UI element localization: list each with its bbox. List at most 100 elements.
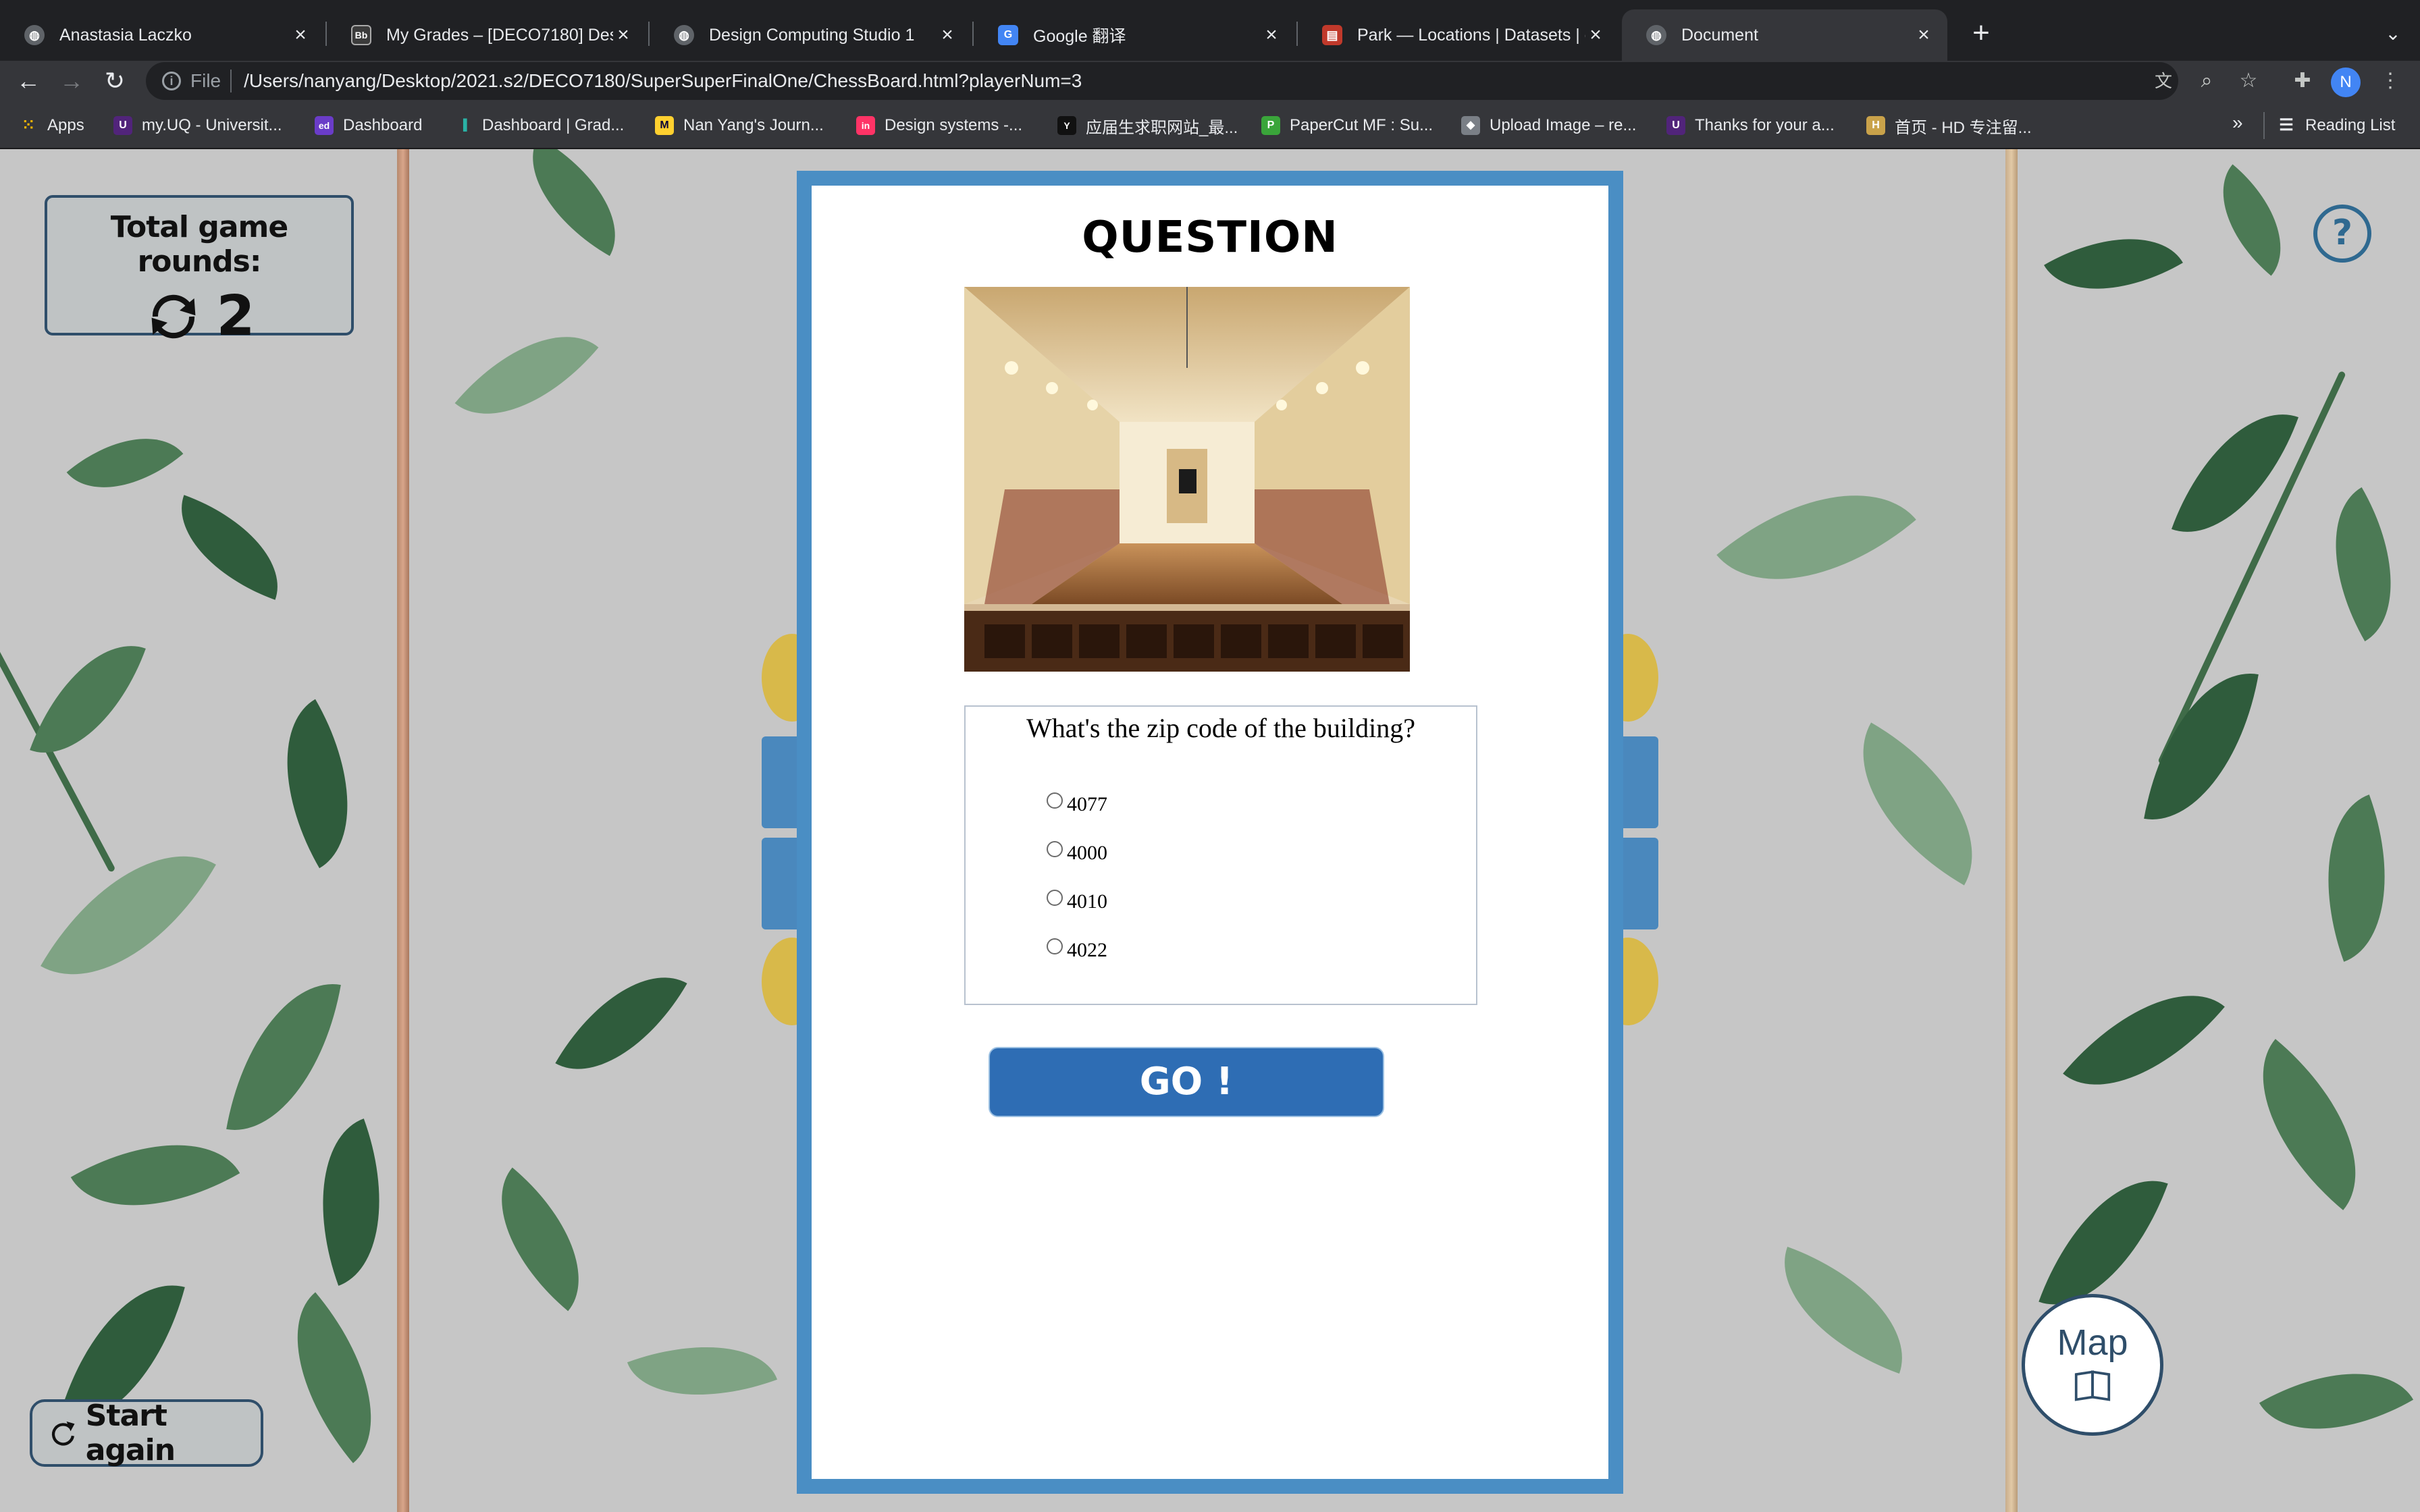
- tab-park-locations[interactable]: ▤ Park — Locations | Datasets | c ×: [1298, 9, 1619, 61]
- uq-icon: U: [113, 116, 132, 135]
- globe-icon: ◍: [24, 25, 45, 45]
- reload-icon[interactable]: ↻: [99, 65, 131, 97]
- radio-button[interactable]: [1047, 792, 1063, 809]
- tab-strip: ◍ Anastasia Laczko × Bb My Grades – [DEC…: [0, 0, 2420, 61]
- tab-document[interactable]: ◍ Document ×: [1622, 9, 1947, 61]
- hd-icon: H: [1866, 116, 1885, 135]
- answer-option-1[interactable]: 4077: [1047, 792, 1107, 816]
- rounds-label: Total game rounds:: [110, 210, 288, 279]
- close-tab-icon[interactable]: ×: [613, 24, 633, 47]
- leaf: [245, 699, 390, 869]
- leaf: [2044, 204, 2183, 324]
- start-again-label: Start again: [85, 1399, 176, 1467]
- apps-grid-icon: ⁙: [21, 116, 36, 134]
- leaf: [2171, 389, 2299, 557]
- bookmark-thanks[interactable]: U Thanks for your a...: [1666, 112, 1835, 139]
- extensions-puzzle-icon[interactable]: ✚: [2286, 65, 2319, 97]
- gradescope-icon: ▐: [459, 119, 467, 131]
- radio-button[interactable]: [1047, 938, 1063, 954]
- bookmark-hd[interactable]: H 首页 - HD 专注留...: [1866, 112, 2032, 139]
- address-url[interactable]: /Users/nanyang/Desktop/2021.s2/DECO7180/…: [244, 70, 1082, 92]
- bookmark-gradescope[interactable]: ▐ Dashboard | Grad...: [454, 112, 624, 139]
- ed-icon: ed: [315, 116, 334, 135]
- close-tab-icon[interactable]: ×: [1585, 24, 1606, 47]
- address-divider: [230, 70, 232, 92]
- leaf: [2144, 659, 2259, 834]
- tab-design-computing[interactable]: ◍ Design Computing Studio 1 ×: [650, 9, 971, 61]
- leaf: [454, 300, 599, 451]
- leaf: [30, 623, 146, 776]
- zoom-icon[interactable]: ⌕: [2190, 65, 2223, 97]
- leaf: [70, 1103, 240, 1247]
- bookmark-upload-image[interactable]: ◆ Upload Image – re...: [1461, 112, 1636, 139]
- bookmarks-overflow-button[interactable]: »: [2232, 112, 2243, 134]
- address-bar[interactable]: i File /Users/nanyang/Desktop/2021.s2/DE…: [146, 62, 2178, 100]
- reading-list-button[interactable]: ☰ Reading List: [2277, 112, 2395, 139]
- wooden-pole-right: [2005, 149, 2018, 1512]
- bookmark-design-systems[interactable]: in Design systems -...: [856, 112, 1022, 139]
- close-tab-icon[interactable]: ×: [937, 24, 957, 47]
- leaf: [2193, 164, 2311, 276]
- leaf: [161, 495, 298, 600]
- globe-icon: ◍: [674, 25, 694, 45]
- upload-icon: ◆: [1461, 116, 1480, 135]
- tab-my-grades[interactable]: Bb My Grades – [DECO7180] Desi ×: [327, 9, 647, 61]
- globe-icon: ◍: [1646, 25, 1666, 45]
- radio-button[interactable]: [1047, 841, 1063, 857]
- bookmarks-divider: [2263, 112, 2265, 139]
- bookmark-nan-yang-journal[interactable]: M Nan Yang's Journ...: [655, 112, 824, 139]
- leaf: [2292, 794, 2420, 962]
- leaf: [627, 1316, 778, 1426]
- leaf: [555, 946, 687, 1101]
- translate-page-icon[interactable]: 文: [2147, 65, 2180, 97]
- rounds-row: 2: [47, 284, 351, 348]
- concert-hall-photo: [964, 287, 1410, 672]
- answer-option-2[interactable]: 4000: [1047, 841, 1107, 865]
- answer-option-3[interactable]: 4010: [1047, 890, 1107, 913]
- forward-arrow-icon[interactable]: →: [55, 65, 88, 97]
- close-tab-icon[interactable]: ×: [1261, 24, 1282, 47]
- bookmark-apps[interactable]: ⁙ Apps: [19, 112, 84, 139]
- refresh-cycle-icon: [152, 294, 196, 338]
- start-again-button[interactable]: Start again: [30, 1399, 263, 1467]
- game-page: Total game rounds: 2 ? Start again Map Q…: [0, 149, 2420, 1512]
- reading-list-icon: ☰: [2279, 116, 2294, 134]
- question-text: What's the zip code of the building?: [1026, 713, 1415, 743]
- datasets-icon: ▤: [1322, 25, 1342, 45]
- rounds-count: 2: [216, 284, 255, 348]
- close-tab-icon[interactable]: ×: [290, 24, 311, 47]
- leaf: [1760, 1246, 1927, 1374]
- browser-toolbar: ← → ↻ i File /Users/nanyang/Desktop/2021…: [0, 61, 2420, 101]
- bookmark-papercut[interactable]: P PaperCut MF : Su...: [1261, 112, 1433, 139]
- bookmark-myuq[interactable]: U my.UQ - Universit...: [113, 112, 282, 139]
- browser-chrome: ◍ Anastasia Laczko × Bb My Grades – [DEC…: [0, 0, 2420, 149]
- leaf: [2219, 1039, 2400, 1210]
- bookmark-star-icon[interactable]: ☆: [2232, 65, 2265, 97]
- invision-icon: in: [856, 116, 875, 135]
- map-button[interactable]: Map: [2022, 1294, 2163, 1436]
- tab-anastasia[interactable]: ◍ Anastasia Laczko ×: [0, 9, 324, 61]
- leaf: [66, 407, 184, 519]
- game-rounds-panel: Total game rounds: 2: [45, 195, 354, 348]
- radio-button[interactable]: [1047, 890, 1063, 906]
- bookmark-dashboard[interactable]: ed Dashboard: [315, 112, 422, 139]
- help-button[interactable]: ?: [2313, 205, 2371, 263]
- leaf: [1824, 722, 2011, 886]
- answer-option-4[interactable]: 4022: [1047, 938, 1107, 962]
- go-button[interactable]: GO !: [989, 1047, 1384, 1117]
- browser-menu-icon[interactable]: ⋮: [2374, 65, 2406, 97]
- tab-search-chevron-icon[interactable]: ⌄: [2377, 18, 2409, 50]
- info-icon[interactable]: i: [162, 72, 181, 90]
- profile-avatar[interactable]: N: [2331, 68, 2361, 97]
- leaf: [253, 1292, 415, 1463]
- leaf: [465, 1167, 616, 1312]
- leaf: [287, 1118, 415, 1286]
- wooden-pole-left: [397, 149, 409, 1512]
- back-arrow-icon[interactable]: ←: [12, 65, 45, 97]
- bookmark-yingjiesheng[interactable]: Y 应届生求职网站_最...: [1057, 112, 1238, 139]
- question-card: What's the zip code of the building? 407…: [964, 705, 1477, 1005]
- map-book-icon: [2074, 1370, 2111, 1401]
- tab-google-translate[interactable]: G Google 翻译 ×: [974, 9, 1295, 61]
- close-tab-icon[interactable]: ×: [1914, 24, 1934, 47]
- new-tab-button[interactable]: +: [1965, 18, 1997, 50]
